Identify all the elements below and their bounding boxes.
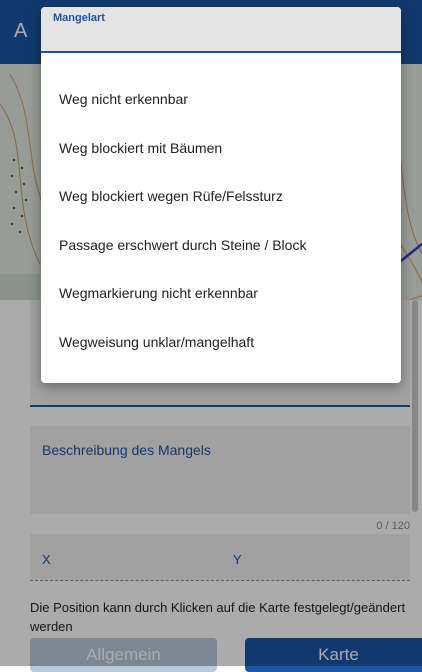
dropdown-label: Mangelart — [53, 12, 105, 24]
option-weg-nicht-erkennbar[interactable]: Weg nicht erkennbar — [41, 75, 401, 124]
option-passage-erschwert[interactable]: Passage erschwert durch Steine / Block — [41, 221, 401, 270]
option-wegmarkierung[interactable]: Wegmarkierung nicht erkennbar — [41, 269, 401, 318]
option-weg-blockiert-baeume[interactable]: Weg blockiert mit Bäumen — [41, 124, 401, 173]
option-weg-blockiert-ruefe[interactable]: Weg blockiert wegen Rüfe/Felssturz — [41, 172, 401, 221]
mangelart-dropdown: Mangelart Weg nicht erkennbar Weg blocki… — [41, 7, 401, 383]
option-list: Weg nicht erkennbar Weg blockiert mit Bä… — [41, 75, 401, 366]
option-wegweisung[interactable]: Wegweisung unklar/mangelhaft — [41, 318, 401, 367]
dropdown-header[interactable]: Mangelart — [41, 7, 401, 53]
